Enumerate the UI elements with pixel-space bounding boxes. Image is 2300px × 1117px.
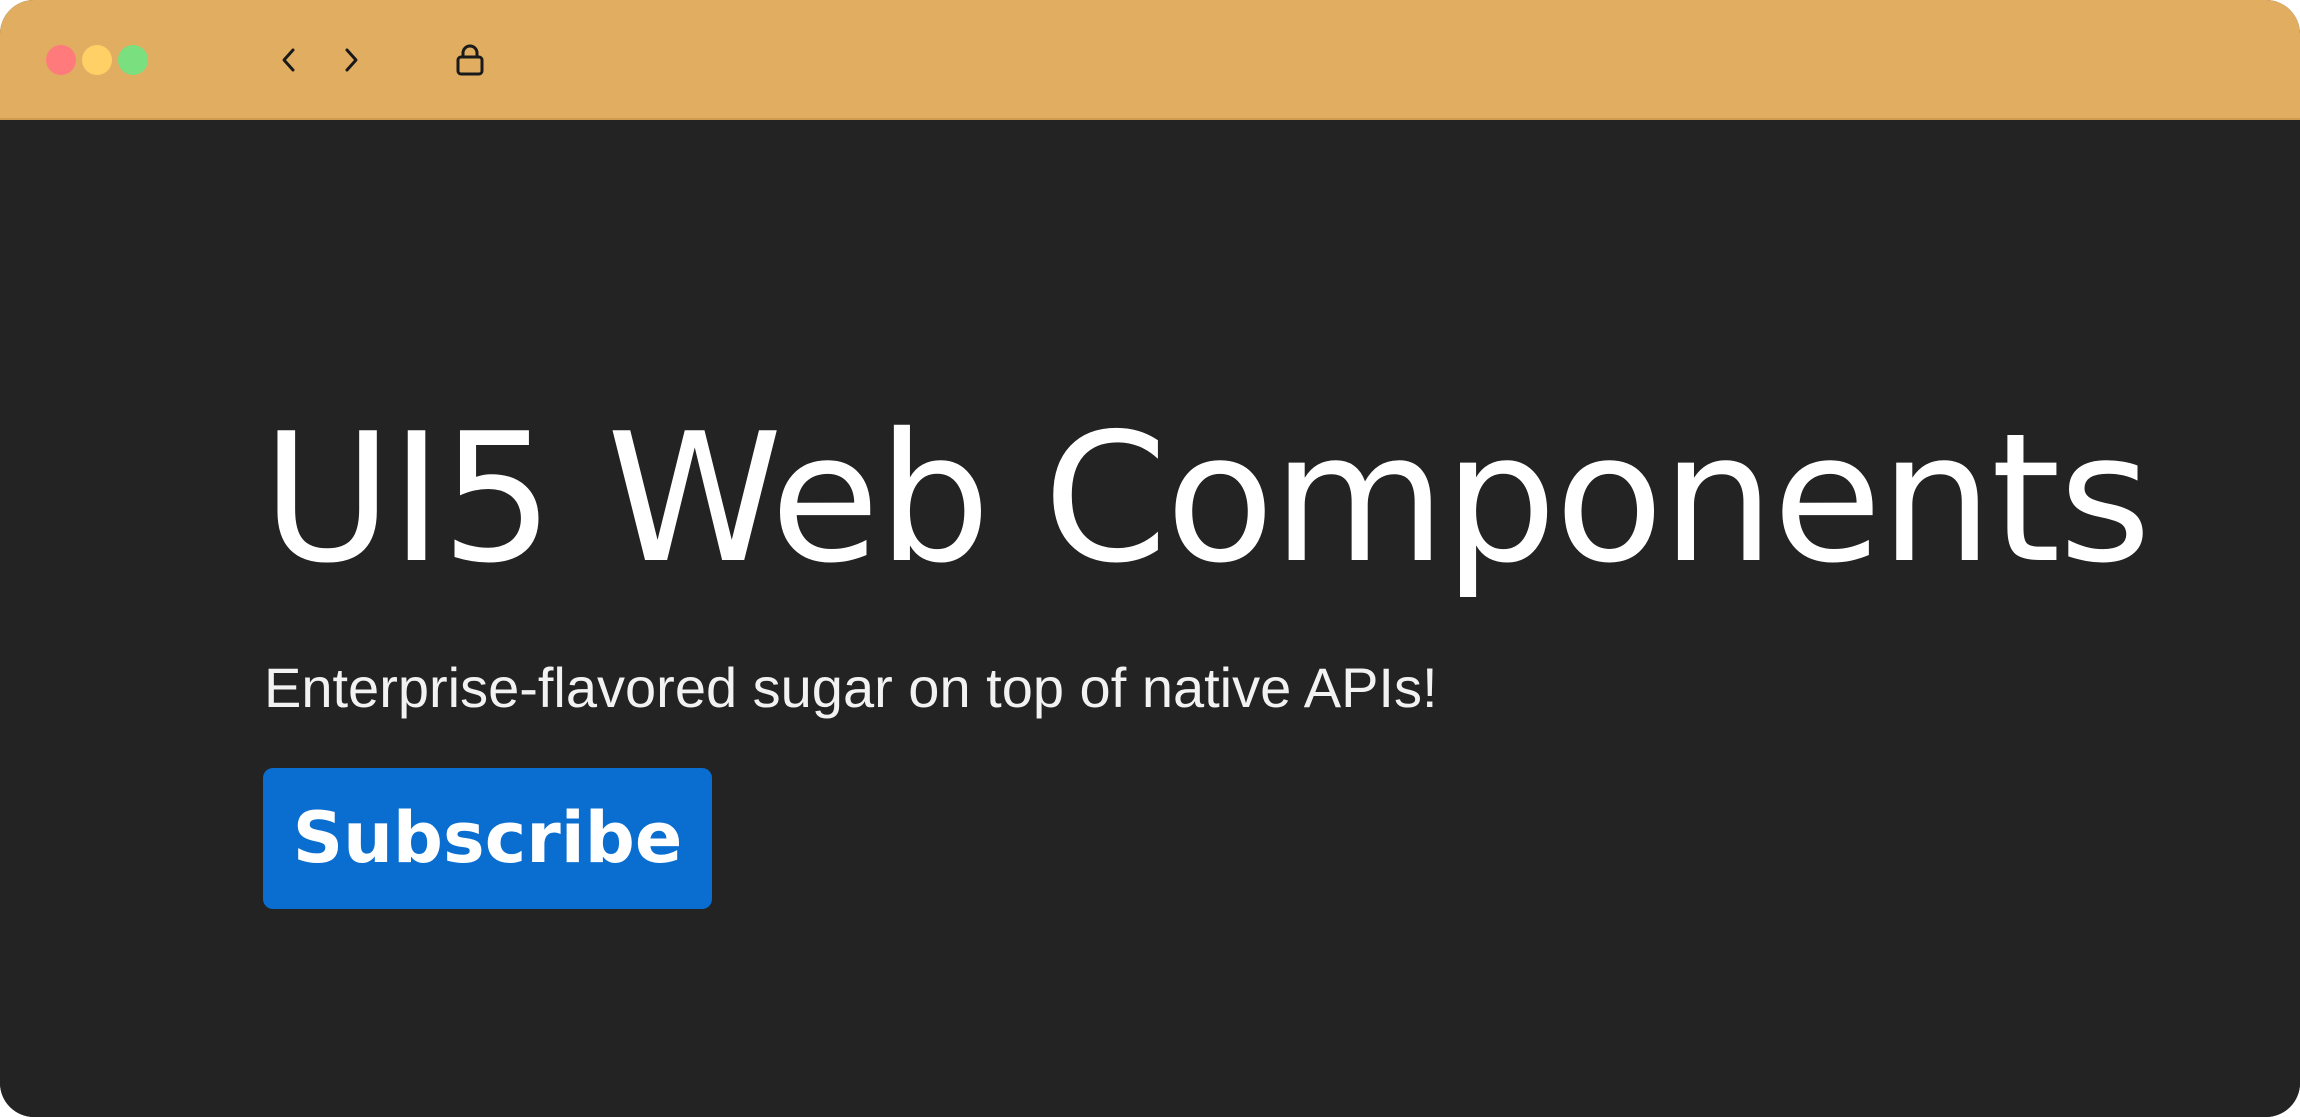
- browser-window: UI5 Web Components Enterprise-flavored s…: [0, 0, 2300, 1117]
- chevron-right-icon: [345, 48, 358, 72]
- chevron-left-icon: [282, 48, 295, 72]
- maximize-window-button[interactable]: [118, 45, 148, 75]
- back-button[interactable]: [269, 40, 309, 80]
- forward-button[interactable]: [331, 40, 371, 80]
- hero-title: UI5 Web Components: [262, 395, 2151, 602]
- minimize-window-button[interactable]: [82, 45, 112, 75]
- subscribe-button[interactable]: Subscribe: [263, 768, 712, 909]
- close-window-button[interactable]: [46, 45, 76, 75]
- page-content: UI5 Web Components Enterprise-flavored s…: [0, 120, 2300, 1117]
- lock-icon: [456, 44, 484, 76]
- title-bar: [0, 0, 2300, 120]
- hero-subtitle: Enterprise-flavored sugar on top of nati…: [264, 656, 1438, 719]
- site-security-indicator[interactable]: [450, 40, 490, 80]
